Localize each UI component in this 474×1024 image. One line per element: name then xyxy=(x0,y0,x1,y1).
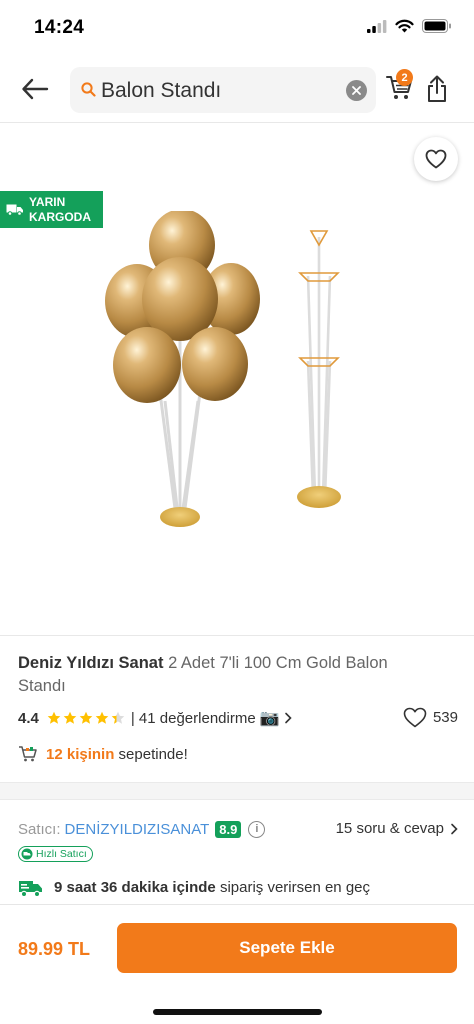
delivery-time-rest: sipariş verirsen en geç xyxy=(219,879,371,896)
next-day-shipping-badge: YARIN KARGODA xyxy=(0,191,103,228)
chevron-right-icon xyxy=(284,712,292,724)
delivery-time-bold: 9 saat 36 dakika içinde xyxy=(54,879,216,896)
search-header: Balon Standı 2 xyxy=(0,62,474,118)
rating-score: 4.4 xyxy=(18,709,39,727)
delivery-text: 9 saat 36 dakika içinde sipariş verirsen… xyxy=(54,878,370,898)
shipping-badge-text: YARIN KARGODA xyxy=(29,195,91,225)
search-input[interactable]: Balon Standı xyxy=(70,67,376,113)
star-icon xyxy=(47,711,61,724)
truck-icon xyxy=(21,848,33,860)
info-icon[interactable]: i xyxy=(248,820,266,838)
heart-icon xyxy=(425,149,447,169)
delivery-info-row: 9 saat 36 dakika içinde sipariş verirsen… xyxy=(18,878,458,898)
star-icon xyxy=(63,711,77,724)
back-arrow-icon xyxy=(22,78,49,100)
add-to-cart-button[interactable]: Sepete Ekle xyxy=(117,923,457,973)
product-title: Deniz Yıldızı Sanat 2 Adet 7'li 100 Cm G… xyxy=(18,652,438,698)
star-icon xyxy=(79,711,93,724)
status-time: 14:24 xyxy=(34,17,85,38)
favorite-button[interactable] xyxy=(414,137,458,181)
share-icon xyxy=(428,75,446,102)
heart-icon xyxy=(403,707,427,728)
star-icon xyxy=(95,711,109,724)
product-photo xyxy=(105,211,341,527)
share-button[interactable] xyxy=(425,74,449,104)
cart-count-badge: 2 xyxy=(396,69,413,86)
like-count: 539 xyxy=(432,709,458,726)
star-icon xyxy=(111,711,125,724)
like-counter[interactable]: 539 xyxy=(403,707,458,728)
home-indicator[interactable] xyxy=(153,1009,322,1015)
basket-count: 12 kişinin xyxy=(46,745,115,763)
shipping-badge-line1: YARIN xyxy=(29,194,66,209)
basket-suffix: sepetinde! xyxy=(118,745,188,763)
wifi-icon xyxy=(395,19,414,33)
fast-seller-label: Hızlı Satıcı xyxy=(36,848,87,860)
chevron-right-icon xyxy=(451,823,458,834)
basket-icon xyxy=(19,746,37,762)
questions-answers-link[interactable]: 15 soru & cevap xyxy=(336,820,458,837)
image-divider xyxy=(0,635,474,636)
seller-name-link[interactable]: DENİZYILDIZISANAT xyxy=(65,821,210,838)
truck-icon xyxy=(19,881,42,898)
clear-icon xyxy=(352,86,361,95)
shipping-badge-line2: KARGODA xyxy=(29,209,91,224)
truck-icon xyxy=(6,204,23,216)
product-brand[interactable]: Deniz Yıldızı Sanat xyxy=(18,654,163,672)
status-icons xyxy=(367,19,452,33)
battery-icon xyxy=(422,19,451,33)
fast-seller-badge: Hızlı Satıcı xyxy=(18,846,93,862)
seller-score-badge: 8.9 xyxy=(215,820,242,838)
qa-link-label: 15 soru & cevap xyxy=(335,820,444,837)
rating-row[interactable]: 4.4 | 41 değerlendirme 📷 539 xyxy=(18,707,458,729)
product-image-gallery[interactable]: YARIN KARGODA xyxy=(0,123,474,635)
bottom-purchase-bar: 89.99 TL Sepete Ekle xyxy=(0,904,474,1024)
review-count: | 41 değerlendirme xyxy=(130,709,256,727)
search-query: Balon Standı xyxy=(101,79,222,102)
product-price: 89.99 TL xyxy=(18,939,91,959)
signal-icon xyxy=(367,19,387,33)
status-bar: 14:24 xyxy=(0,0,474,56)
back-button[interactable] xyxy=(18,74,52,104)
section-separator xyxy=(0,782,474,800)
clear-search-button[interactable] xyxy=(346,80,367,101)
search-icon xyxy=(81,82,96,97)
seller-row: Satıcı: DENİZYILDIZISANAT 8.9 i 15 soru … xyxy=(18,818,458,840)
basket-info-row: 12 kişinin sepetinde! xyxy=(18,745,188,763)
camera-icon: 📷 xyxy=(259,710,280,727)
rating-stars xyxy=(47,711,125,725)
seller-label: Satıcı: xyxy=(18,820,61,838)
